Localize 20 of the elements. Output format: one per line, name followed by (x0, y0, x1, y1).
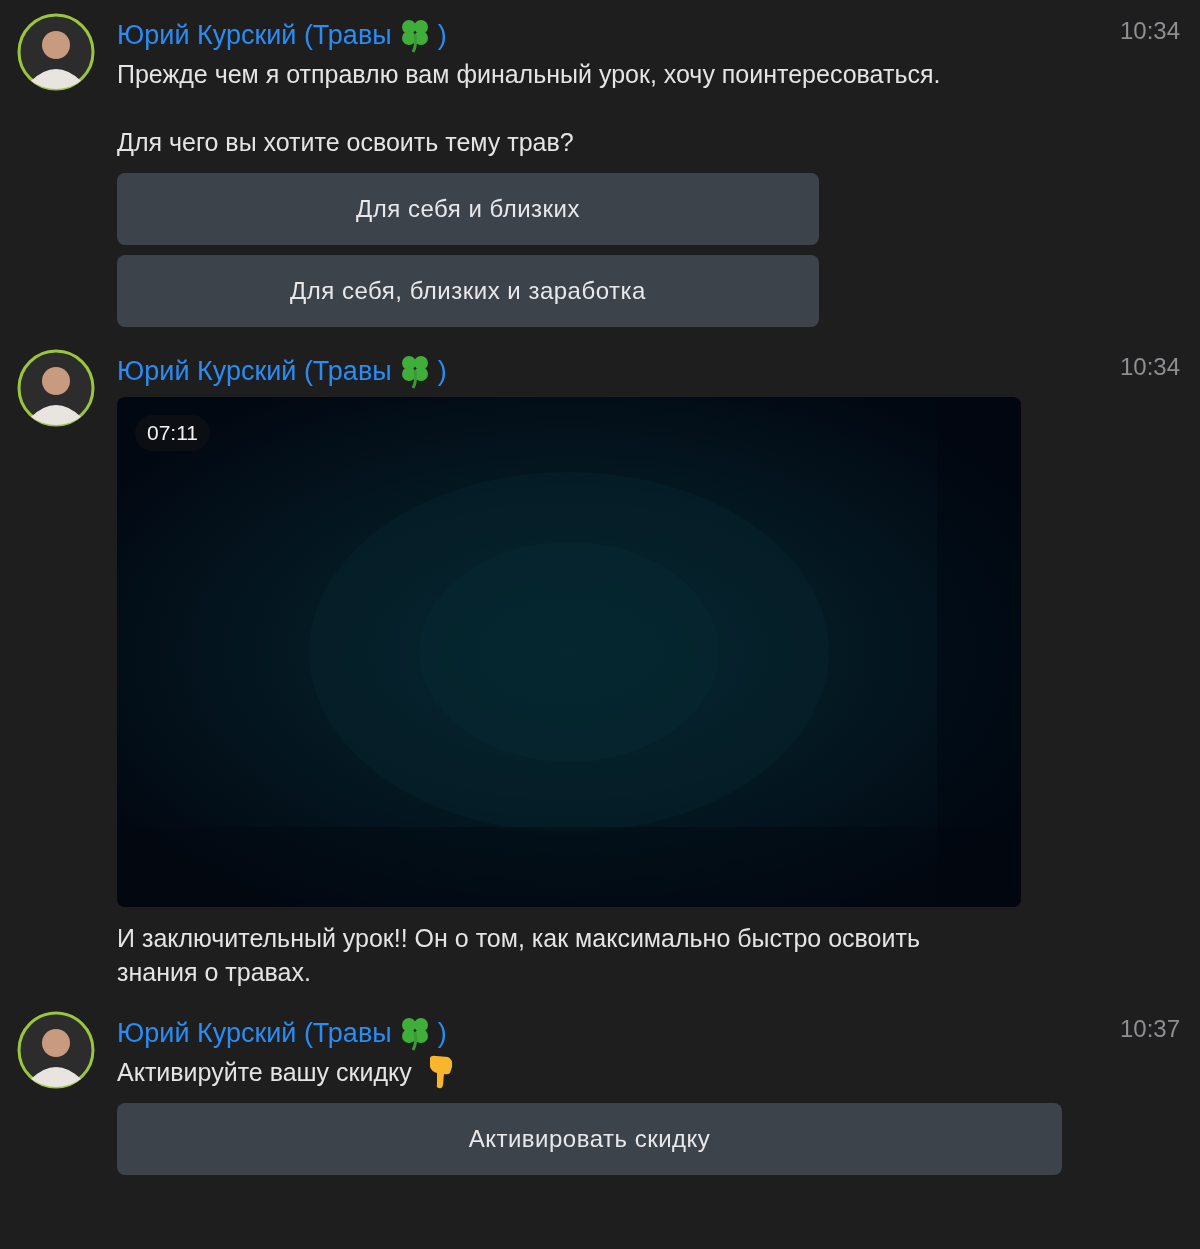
message-time: 10:34 (1119, 17, 1180, 45)
sender-name[interactable]: Юрий Курский (Травы (117, 355, 392, 387)
message-time: 10:34 (1119, 353, 1180, 381)
sender-name-end: ) (437, 1017, 447, 1049)
sender-name[interactable]: Юрий Курский (Травы (117, 1017, 392, 1049)
reply-button[interactable]: Для себя, близких и заработка (117, 255, 819, 327)
message-text: Прежде чем я отправлю вам финальный урок, хочу поинтересоваться. (117, 59, 942, 90)
sender-name[interactable]: Юрий Курский (Травы (117, 19, 392, 51)
avatar[interactable] (17, 349, 95, 427)
avatar[interactable] (17, 13, 95, 91)
message-text: Активируйте вашу скидку (117, 1057, 412, 1088)
message-time: 10:37 (1119, 1015, 1180, 1043)
avatar[interactable] (17, 1011, 95, 1089)
sender-name-end: ) (437, 355, 447, 387)
reply-button[interactable]: Активировать скидку (117, 1103, 1062, 1175)
message-text: И заключительный урок!! Он о том, как максимально быстро освоить знания о травах. (117, 923, 921, 988)
message-text: Для чего вы хотите освоить тему трав? (117, 127, 575, 158)
video-duration: 07:11 (135, 415, 210, 451)
sender-name-end: ) (437, 19, 447, 51)
reply-button[interactable]: Для себя и близких (117, 173, 819, 245)
